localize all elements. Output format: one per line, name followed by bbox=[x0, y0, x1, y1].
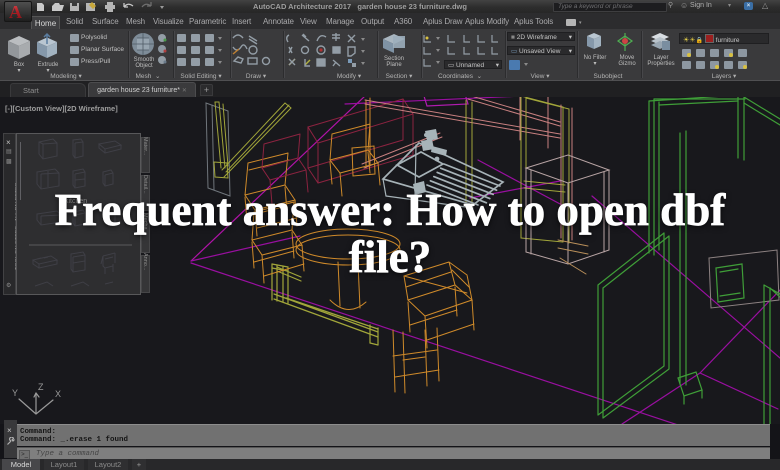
svg-text:A: A bbox=[9, 2, 22, 21]
svg-text:X: X bbox=[55, 389, 61, 399]
svg-text:Y: Y bbox=[12, 388, 18, 398]
svg-text:Z: Z bbox=[38, 382, 44, 392]
